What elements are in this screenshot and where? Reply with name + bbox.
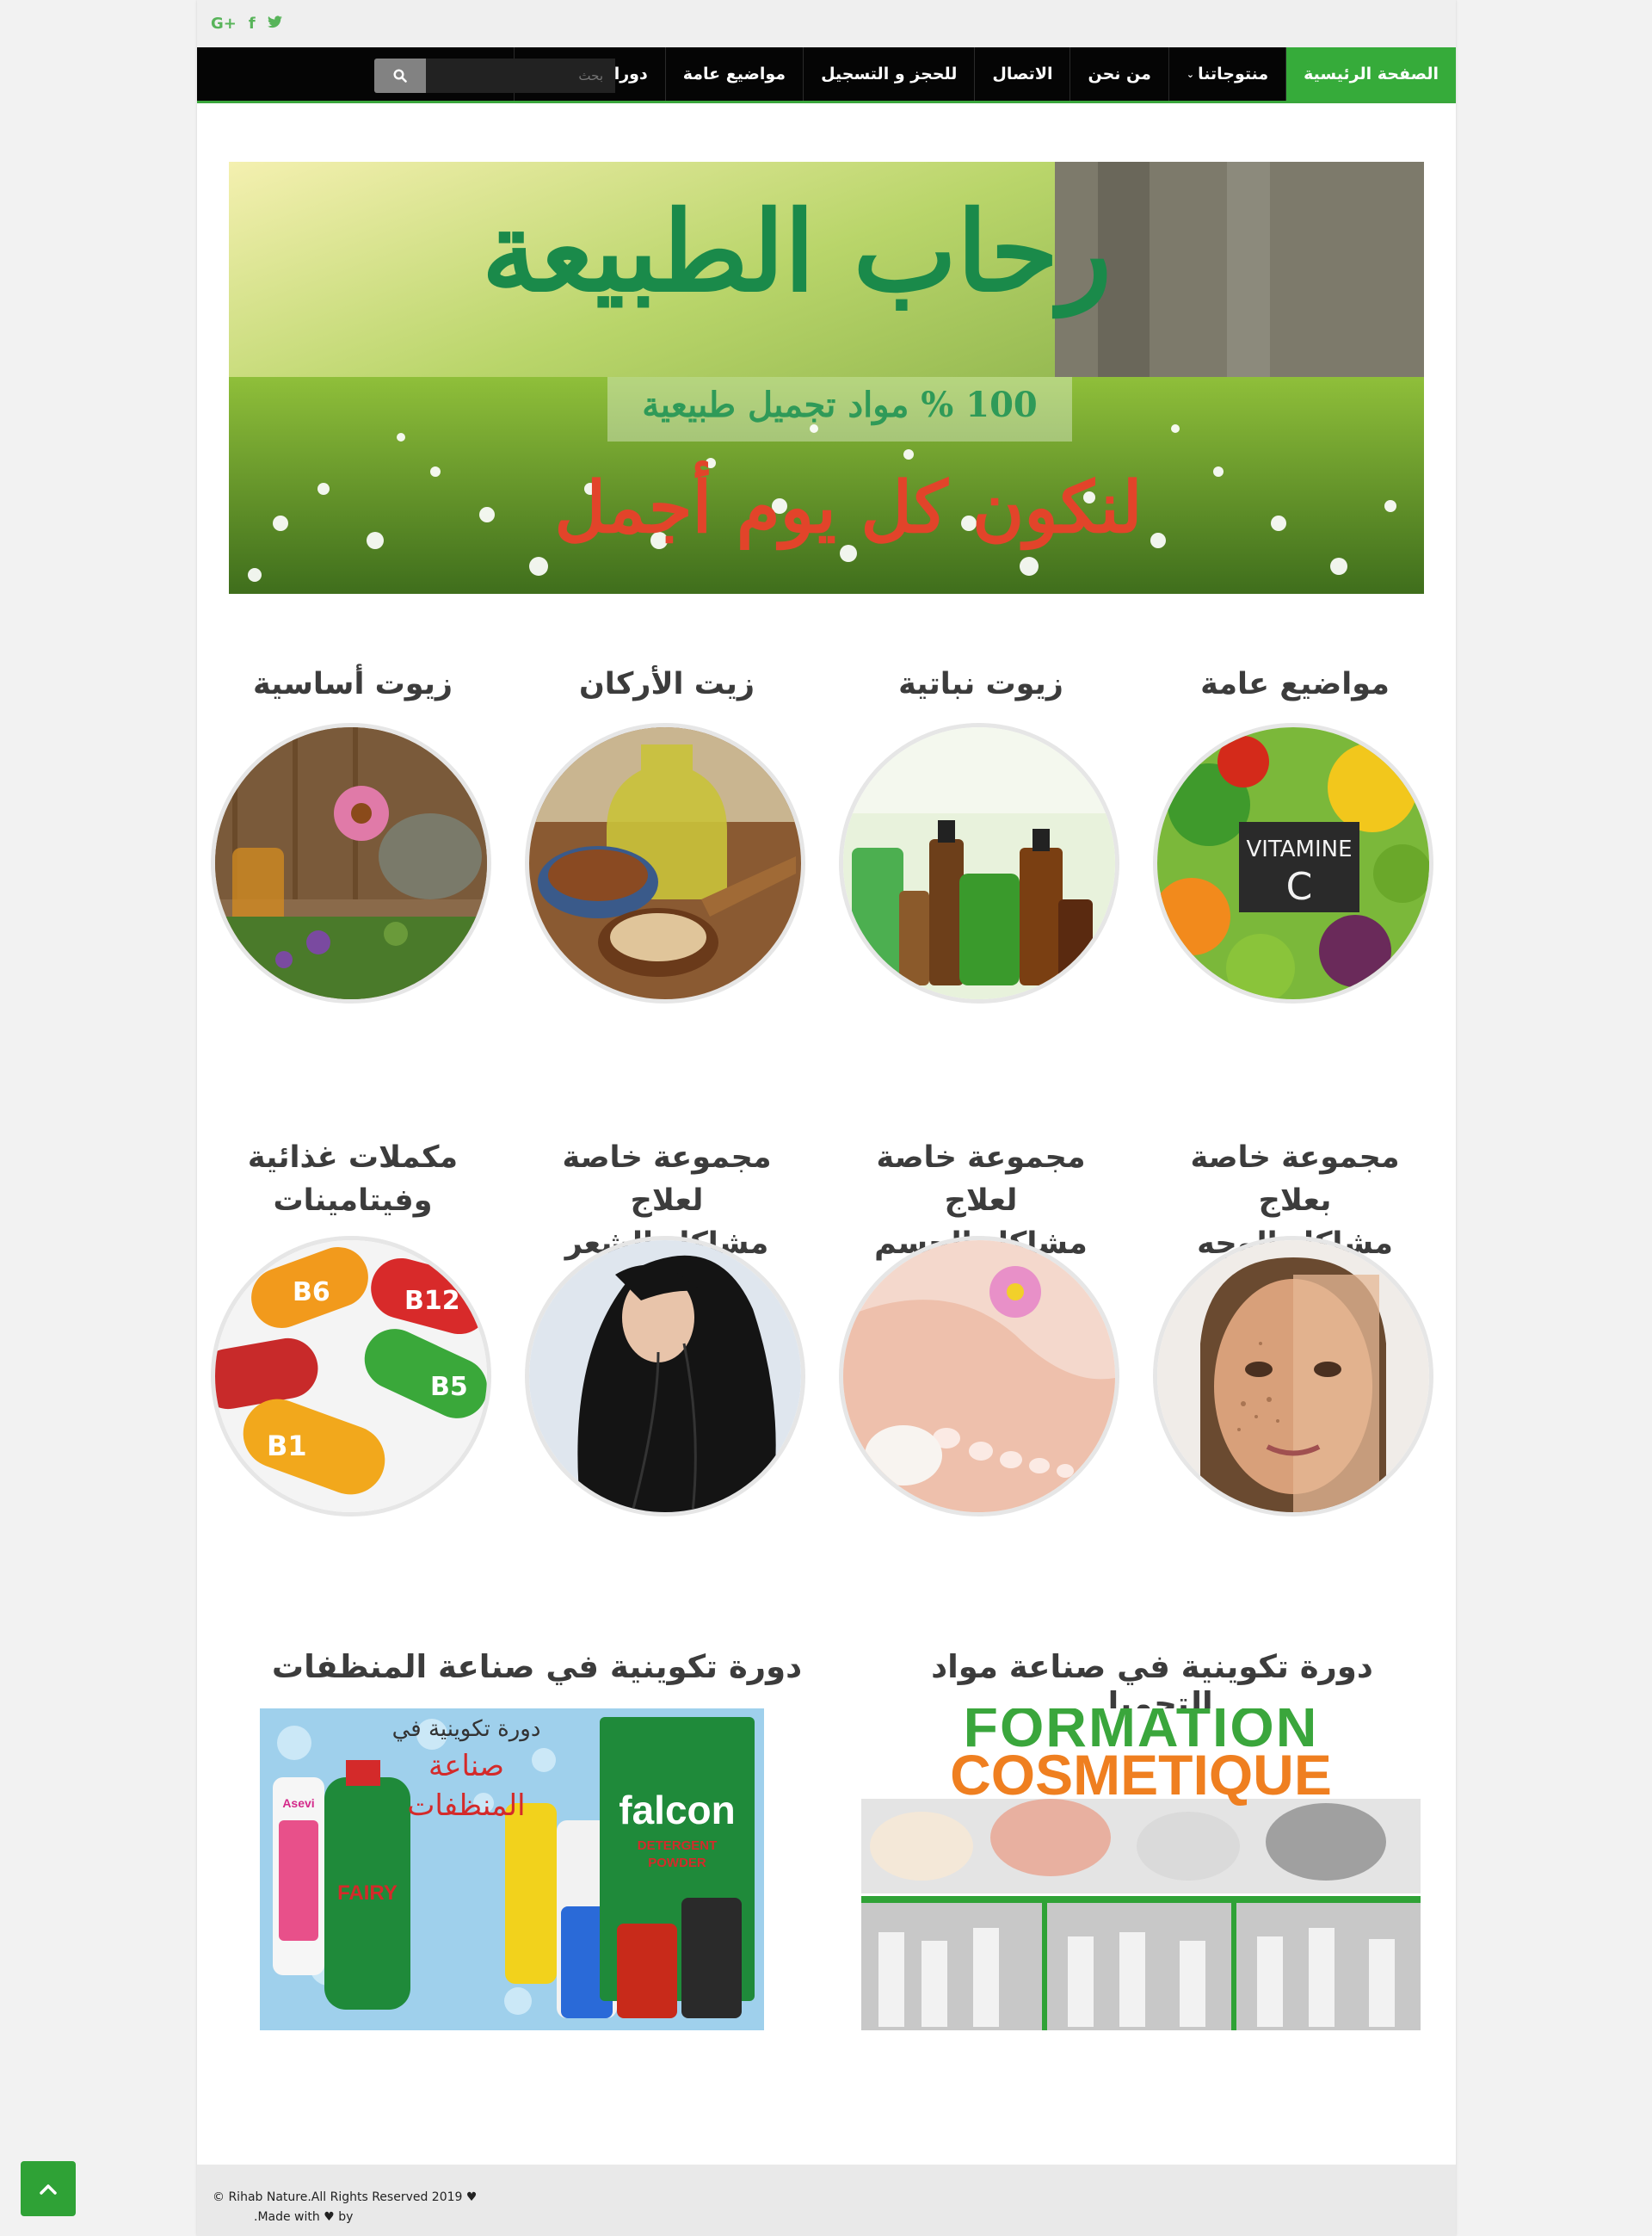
feet-image[interactable] — [839, 1236, 1119, 1516]
nav-item-contact[interactable]: الاتصال — [974, 47, 1069, 101]
category-title: مكملات غذائية — [247, 1140, 459, 1175]
essential-oils-image[interactable] — [211, 723, 491, 1004]
category-title: مجموعة خاصة لعلاج — [562, 1140, 772, 1218]
svg-text:B6: B6 — [293, 1277, 330, 1307]
hair-image[interactable] — [525, 1236, 805, 1516]
face-image[interactable] — [1153, 1236, 1433, 1516]
nav-item-about[interactable]: من نحن — [1069, 47, 1168, 101]
heart-icon: ♥ — [324, 2210, 335, 2224]
nav-item-label: الاتصال — [992, 65, 1053, 83]
nav-item-topics[interactable]: مواضيع عامة — [664, 47, 803, 101]
detergent-label: DETERGENT POWDER — [637, 1838, 718, 1870]
nav-item-label: الصفحة الرئيسية — [1304, 65, 1439, 83]
chevron-down-icon: ⌄ — [1186, 68, 1195, 80]
copyright-text: © Rihab Nature.All Rights Reserved 2019 … — [213, 2190, 478, 2204]
course-detergents-image-text-2: صناعة — [428, 1749, 504, 1783]
course-cosmetics-image[interactable]: FORMATION COSMETIQUE — [861, 1708, 1421, 2030]
search-icon — [393, 69, 407, 83]
nav-item-label: من نحن — [1088, 65, 1151, 83]
search-button[interactable] — [374, 59, 426, 93]
course-cosmetics-image-text-2: COSMETIQUE — [950, 1743, 1332, 1807]
footer: © Rihab Nature.All Rights Reserved 2019 … — [197, 2165, 1456, 2236]
nav-item-home[interactable]: الصفحة الرئيسية — [1285, 47, 1456, 101]
svg-text:B5: B5 — [430, 1372, 468, 1402]
falcon-label: falcon — [619, 1788, 736, 1832]
category-title: مجموعة خاصة بعلاج — [1190, 1140, 1400, 1218]
by-label: by — [338, 2210, 354, 2224]
category-supplements[interactable]: مكملات غذائية وفيتامينات — [211, 1136, 495, 1222]
nav-item-label: منتوجاتنا — [1198, 65, 1269, 83]
slider-title: رحاب الطبيعة — [481, 188, 1113, 317]
nav-item-label: مواضيع عامة — [682, 65, 786, 83]
page-wrapper: G+ f الصفحة الرئيسية منتوجاتنا ⌄ من نحن ا… — [197, 0, 1456, 2236]
twitter-icon[interactable] — [267, 15, 282, 33]
slider-subtitle: 100 % مواد تجميل طبيعية — [642, 385, 1038, 425]
category-title: مواضيع عامة — [1200, 667, 1390, 701]
svg-text:VITAMINE: VITAMINE — [1246, 837, 1352, 862]
category-essential-oils[interactable]: زيوت أساسية — [211, 663, 495, 706]
course-detergents-title[interactable]: دورة تكوينية في صناعة المنظفات — [266, 1648, 808, 1685]
category-vegetable-oils[interactable]: زيوت نباتية — [839, 663, 1123, 706]
chevron-up-icon — [40, 2184, 57, 2195]
google-plus-icon[interactable]: G+ — [211, 15, 237, 33]
course-detergents-image-text-3: المنظفات — [407, 1788, 526, 1823]
course-detergents-image[interactable]: دورة تكوينية في صناعة المنظفات FAIRY fal… — [260, 1708, 764, 2030]
search-box — [374, 59, 615, 93]
course-detergents-image-text-1: دورة تكوينية في — [391, 1716, 541, 1742]
nav-menu: الصفحة الرئيسية منتوجاتنا ⌄ من نحن الاتصا… — [514, 47, 1456, 101]
made-with-text: .Made with ♥ by — [254, 2210, 353, 2224]
category-title: زيوت نباتية — [898, 667, 1063, 701]
vitamin-c-fruits-image[interactable]: VITAMINE C — [1153, 723, 1433, 1004]
vitamin-capsules-image[interactable]: B6 B12 B5 B1 — [211, 1236, 491, 1516]
svg-text:B1: B1 — [267, 1430, 307, 1462]
hero-slider[interactable]: رحاب الطبيعة 100 % مواد تجميل طبيعية لنك… — [229, 162, 1424, 594]
made-with-label: Made with — [257, 2210, 320, 2224]
svg-text:C: C — [1286, 865, 1313, 909]
main-navigation: الصفحة الرئيسية منتوجاتنا ⌄ من نحن الاتصا… — [197, 47, 1456, 103]
slider-tagline: لنكون كل يوم أجمل — [554, 466, 1143, 549]
nav-item-label: للحجز و التسجيل — [821, 65, 958, 83]
category-title: مجموعة خاصة لعلاج — [876, 1140, 1086, 1218]
oil-bottles-image[interactable] — [839, 723, 1119, 1004]
nav-item-products[interactable]: منتوجاتنا ⌄ — [1168, 47, 1285, 101]
facebook-icon[interactable]: f — [249, 15, 256, 33]
category-argan-oil[interactable]: زيت الأركان — [525, 663, 809, 706]
category-title: زيت الأركان — [578, 667, 755, 701]
top-bar: G+ f — [197, 0, 1456, 47]
asevi-label: Asevi — [282, 1796, 315, 1810]
category-title-line2: وفيتامينات — [273, 1183, 433, 1218]
search-input[interactable] — [430, 59, 615, 93]
category-title: زيوت أساسية — [252, 667, 453, 701]
argan-oil-image[interactable] — [525, 723, 805, 1004]
svg-text:B12: B12 — [404, 1286, 460, 1316]
fairy-label: FAIRY — [337, 1881, 398, 1905]
social-links: G+ f — [211, 15, 282, 33]
back-to-top-button[interactable] — [21, 2161, 76, 2216]
category-general-topics[interactable]: مواضيع عامة — [1153, 663, 1437, 706]
nav-item-booking[interactable]: للحجز و التسجيل — [803, 47, 974, 101]
